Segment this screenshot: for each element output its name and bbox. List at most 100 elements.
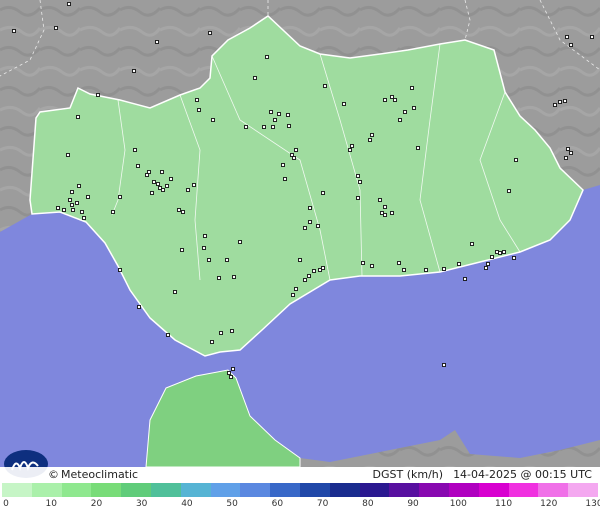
station-marker (231, 367, 235, 371)
station-marker (292, 156, 296, 160)
station-marker (490, 255, 494, 259)
station-marker (262, 125, 266, 129)
station-marker (316, 224, 320, 228)
legend-color-swatch (121, 483, 151, 497)
station-marker (424, 268, 428, 272)
station-marker (277, 112, 281, 116)
legend-tick: 120 (540, 499, 558, 509)
legend-tick: 130 (585, 499, 600, 509)
legend-color-swatch (389, 483, 420, 497)
station-marker (356, 174, 360, 178)
station-marker (502, 250, 506, 254)
station-marker (356, 196, 360, 200)
station-marker (195, 98, 199, 102)
color-legend: 0 10 20 30 40 50 60 70 80 90 100 110 120 130 (0, 483, 600, 517)
station-marker (165, 184, 169, 188)
legend-tick: 110 (494, 499, 513, 509)
station-marker (397, 261, 401, 265)
station-marker (232, 275, 236, 279)
legend-color-swatch (61, 483, 92, 497)
variable-label: DGST (km/h) (372, 468, 444, 481)
station-marker (56, 206, 60, 210)
station-marker (156, 182, 160, 186)
station-marker (169, 177, 173, 181)
legend-tick: 10 (45, 499, 57, 509)
station-marker (77, 184, 81, 188)
station-marker (12, 29, 16, 33)
station-marker (173, 290, 177, 294)
station-marker (283, 177, 287, 181)
station-marker (230, 329, 234, 333)
station-marker (281, 163, 285, 167)
station-marker (564, 156, 568, 160)
legend-tick: 100 (449, 499, 467, 509)
station-marker (62, 208, 66, 212)
station-marker (323, 84, 327, 88)
legend-tick: 0 (3, 499, 9, 509)
station-marker (393, 98, 397, 102)
station-marker (286, 113, 290, 117)
station-marker (565, 35, 569, 39)
station-marker (470, 242, 474, 246)
station-marker (303, 278, 307, 282)
station-marker (68, 198, 72, 202)
station-marker (181, 210, 185, 214)
station-marker (442, 363, 446, 367)
station-marker (298, 258, 302, 262)
station-marker (398, 118, 402, 122)
station-marker (229, 375, 233, 379)
station-marker (307, 274, 311, 278)
legend-tick-labels: 0 10 20 30 40 50 60 70 80 90 100 110 120 130 (0, 499, 600, 513)
station-marker (416, 146, 420, 150)
legend-color-swatch (299, 483, 330, 497)
station-marker (507, 189, 511, 193)
station-marker (150, 191, 154, 195)
station-marker (486, 262, 490, 266)
legend-color-ramp (2, 483, 598, 497)
legend-color-swatch (538, 483, 569, 497)
station-marker (558, 100, 562, 104)
legend-color-swatch (478, 483, 509, 497)
station-marker (132, 69, 136, 73)
station-marker (370, 264, 374, 268)
station-marker (166, 333, 170, 337)
station-marker (569, 151, 573, 155)
copyright-symbol: © (48, 468, 59, 481)
station-marker (82, 216, 86, 220)
station-marker (498, 251, 502, 255)
station-marker (294, 148, 298, 152)
weather-map: © Meteoclimatic DGST (km/h) 14-04-2025 @ 0… (0, 0, 600, 517)
station-marker (566, 147, 570, 151)
station-marker (96, 93, 100, 97)
brand-name: Meteoclimatic (61, 468, 139, 481)
station-marker (361, 261, 365, 265)
station-marker (227, 371, 231, 375)
legend-tick: 70 (316, 499, 329, 509)
station-marker (383, 205, 387, 209)
station-marker (80, 210, 84, 214)
legend-tick: 90 (407, 499, 419, 509)
station-marker (383, 213, 387, 217)
station-marker (484, 266, 488, 270)
station-marker (208, 31, 212, 35)
station-marker (370, 133, 374, 137)
legend-tick: 50 (226, 499, 238, 509)
brand-label: © Meteoclimatic (48, 468, 138, 481)
legend-color-swatch (508, 483, 539, 497)
station-marker (180, 248, 184, 252)
station-marker (590, 35, 594, 39)
station-marker (203, 234, 207, 238)
legend-tick: 80 (362, 499, 374, 509)
station-marker (152, 180, 156, 184)
station-marker (76, 115, 80, 119)
station-marker (197, 108, 201, 112)
station-marker (318, 268, 322, 272)
legend-color-swatch (2, 483, 32, 497)
station-marker (308, 220, 312, 224)
station-marker (186, 188, 190, 192)
station-marker (368, 138, 372, 142)
station-marker (403, 110, 407, 114)
legend-color-swatch (31, 483, 62, 497)
station-marker (269, 110, 273, 114)
station-marker (312, 269, 316, 273)
